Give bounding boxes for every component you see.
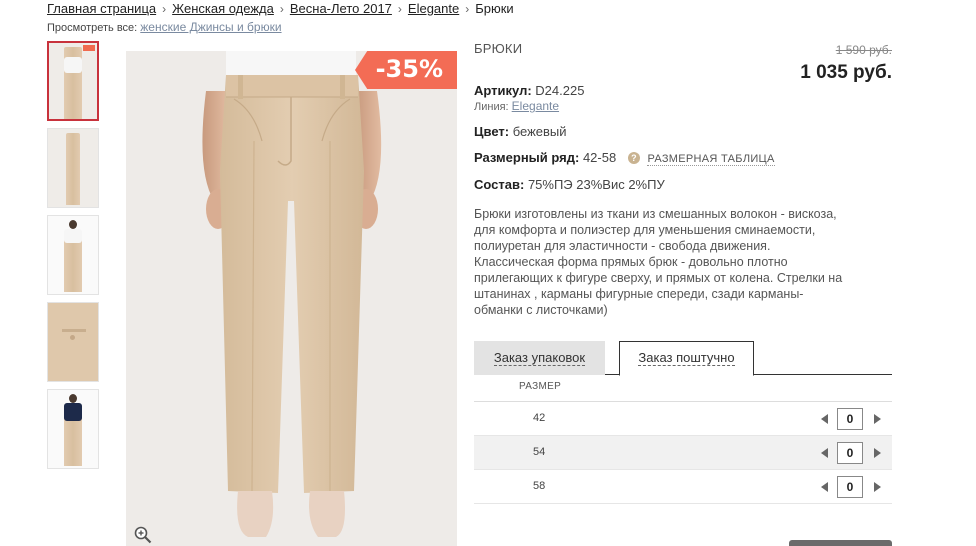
- triangle-left-icon[interactable]: [821, 414, 828, 424]
- color-value: бежевый: [512, 124, 567, 139]
- description-line: штанинах , карманы фигурные спереди, сза…: [474, 287, 804, 301]
- breadcrumb-womens-clothing[interactable]: Женская одежда: [172, 1, 274, 16]
- size-quantity-table: 42 54 58: [474, 401, 892, 504]
- size-value: 58: [533, 480, 546, 492]
- description-line: обманки с листочками): [474, 303, 608, 317]
- size-value: 42: [533, 412, 546, 424]
- thumbnail-pocket-detail[interactable]: [47, 302, 99, 382]
- tab-order-pieces[interactable]: Заказ поштучно: [619, 341, 754, 376]
- tab-order-packs[interactable]: Заказ упаковок: [474, 341, 605, 375]
- triangle-right-icon[interactable]: [874, 448, 881, 458]
- description-line: полиуретан для эластичности - свобода дв…: [474, 239, 771, 253]
- composition-value: 75%ПЭ 23%Вис 2%ПУ: [527, 177, 665, 192]
- line-label: Линия:: [474, 101, 509, 113]
- size-range-row: Размерный ряд: 42-58 ? РАЗМЕРНАЯ ТАБЛИЦА: [474, 150, 775, 166]
- triangle-right-icon[interactable]: [874, 482, 881, 492]
- quantity-input[interactable]: [837, 476, 863, 498]
- line-link[interactable]: Elegante: [512, 99, 559, 113]
- discount-badge-text: -35%: [375, 55, 443, 83]
- thumbnail-model-white-top[interactable]: [47, 215, 99, 295]
- product-main-image[interactable]: [126, 51, 457, 546]
- quantity-input[interactable]: [837, 408, 863, 430]
- color-row: Цвет: бежевый: [474, 124, 567, 139]
- triangle-right-icon[interactable]: [874, 414, 881, 424]
- tab-order-packs-label: Заказ упаковок: [493, 350, 586, 366]
- table-row: 58: [474, 470, 892, 504]
- view-all-label: Просмотреть все:: [47, 22, 138, 34]
- discount-badge: -35%: [355, 51, 457, 89]
- trousers-illustration: [202, 51, 382, 537]
- size-range-label: Размерный ряд:: [474, 150, 580, 165]
- triangle-left-icon[interactable]: [821, 448, 828, 458]
- line-row: Линия: Elegante: [474, 99, 559, 113]
- quantity-stepper: [821, 408, 881, 430]
- article-value: D24.225: [535, 83, 585, 98]
- view-all-link[interactable]: женские Джинсы и брюки: [140, 20, 281, 34]
- composition-row: Состав: 75%ПЭ 23%Вис 2%ПУ: [474, 177, 665, 192]
- magnifier-plus-icon[interactable]: [134, 526, 152, 544]
- thumbnail-front[interactable]: [47, 41, 99, 121]
- triangle-left-icon[interactable]: [821, 482, 828, 492]
- size-column-header: РАЗМЕР: [519, 381, 562, 392]
- product-type: БРЮКИ: [474, 41, 523, 56]
- breadcrumb-separator: ›: [465, 2, 470, 16]
- article-label: Артикул:: [474, 83, 532, 98]
- composition-label: Состав:: [474, 177, 525, 192]
- description-line: для комфорта и полиэстер для уменьшения …: [474, 223, 816, 237]
- thumbnail-side[interactable]: [47, 128, 99, 208]
- thumbnail-strip: [47, 41, 99, 476]
- product-description: Брюки изготовлены из ткани из смешанных …: [474, 206, 894, 318]
- old-price: 1 590 руб.: [835, 43, 892, 57]
- description-line: прилегающих к фигуре сверху, и прямых от…: [474, 271, 843, 285]
- breadcrumb-season[interactable]: Весна-Лето 2017: [290, 1, 392, 16]
- table-row: 54: [474, 436, 892, 470]
- size-value: 54: [533, 446, 546, 458]
- thumbnail-model-navy-top[interactable]: [47, 389, 99, 469]
- view-all: Просмотреть все: женские Джинсы и брюки: [47, 20, 282, 34]
- add-to-cart-button[interactable]: [789, 540, 892, 546]
- breadcrumb-separator: ›: [162, 2, 167, 16]
- tab-order-pieces-label: Заказ поштучно: [638, 350, 735, 366]
- breadcrumb-home[interactable]: Главная страница: [47, 1, 156, 16]
- order-tabs: Заказ упаковок Заказ поштучно: [474, 341, 892, 376]
- size-table-link[interactable]: РАЗМЕРНАЯ ТАБЛИЦА: [647, 153, 775, 166]
- description-line: Брюки изготовлены из ткани из смешанных …: [474, 207, 837, 221]
- breadcrumb: Главная страница › Женская одежда › Весна-Ле…: [47, 1, 514, 16]
- new-price: 1 035 руб.: [800, 62, 892, 83]
- thumbnail-sale-badge: [83, 45, 95, 51]
- color-label: Цвет:: [474, 124, 510, 139]
- breadcrumb-current: Брюки: [475, 1, 514, 16]
- table-row: 42: [474, 402, 892, 436]
- quantity-stepper: [821, 476, 881, 498]
- description-line: Классическая форма прямых брюк - довольн…: [474, 255, 788, 269]
- breadcrumb-separator: ›: [279, 2, 284, 16]
- size-range-value: 42-58: [582, 150, 617, 165]
- quantity-stepper: [821, 442, 881, 464]
- quantity-input[interactable]: [837, 442, 863, 464]
- breadcrumb-separator: ›: [397, 2, 402, 16]
- breadcrumb-line[interactable]: Elegante: [408, 1, 459, 16]
- question-circle-icon: ?: [627, 152, 640, 164]
- article-row: Артикул: D24.225: [474, 83, 584, 98]
